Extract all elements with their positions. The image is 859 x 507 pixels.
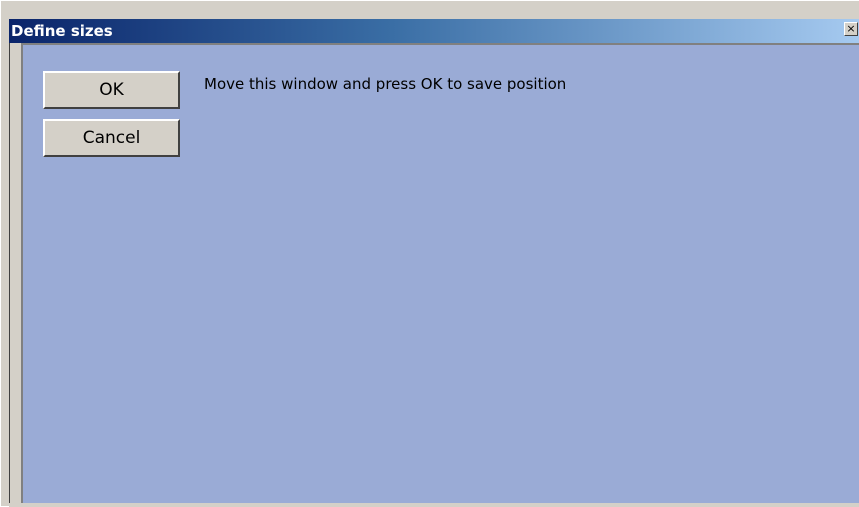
dialog-client-area: OK Cancel Move this window and press OK … <box>21 43 859 505</box>
window-frame <box>9 43 21 507</box>
dialog-window: Define sizes × OK Cancel Move this windo… <box>0 0 859 507</box>
window-bottom-edge <box>9 503 859 507</box>
ok-button[interactable]: OK <box>43 71 180 109</box>
cancel-button[interactable]: Cancel <box>43 119 180 157</box>
instruction-text: Move this window and press OK to save po… <box>204 75 567 93</box>
close-icon[interactable]: × <box>844 22 858 36</box>
window-title: Define sizes <box>11 22 113 40</box>
title-bar[interactable]: Define sizes × <box>9 19 859 43</box>
